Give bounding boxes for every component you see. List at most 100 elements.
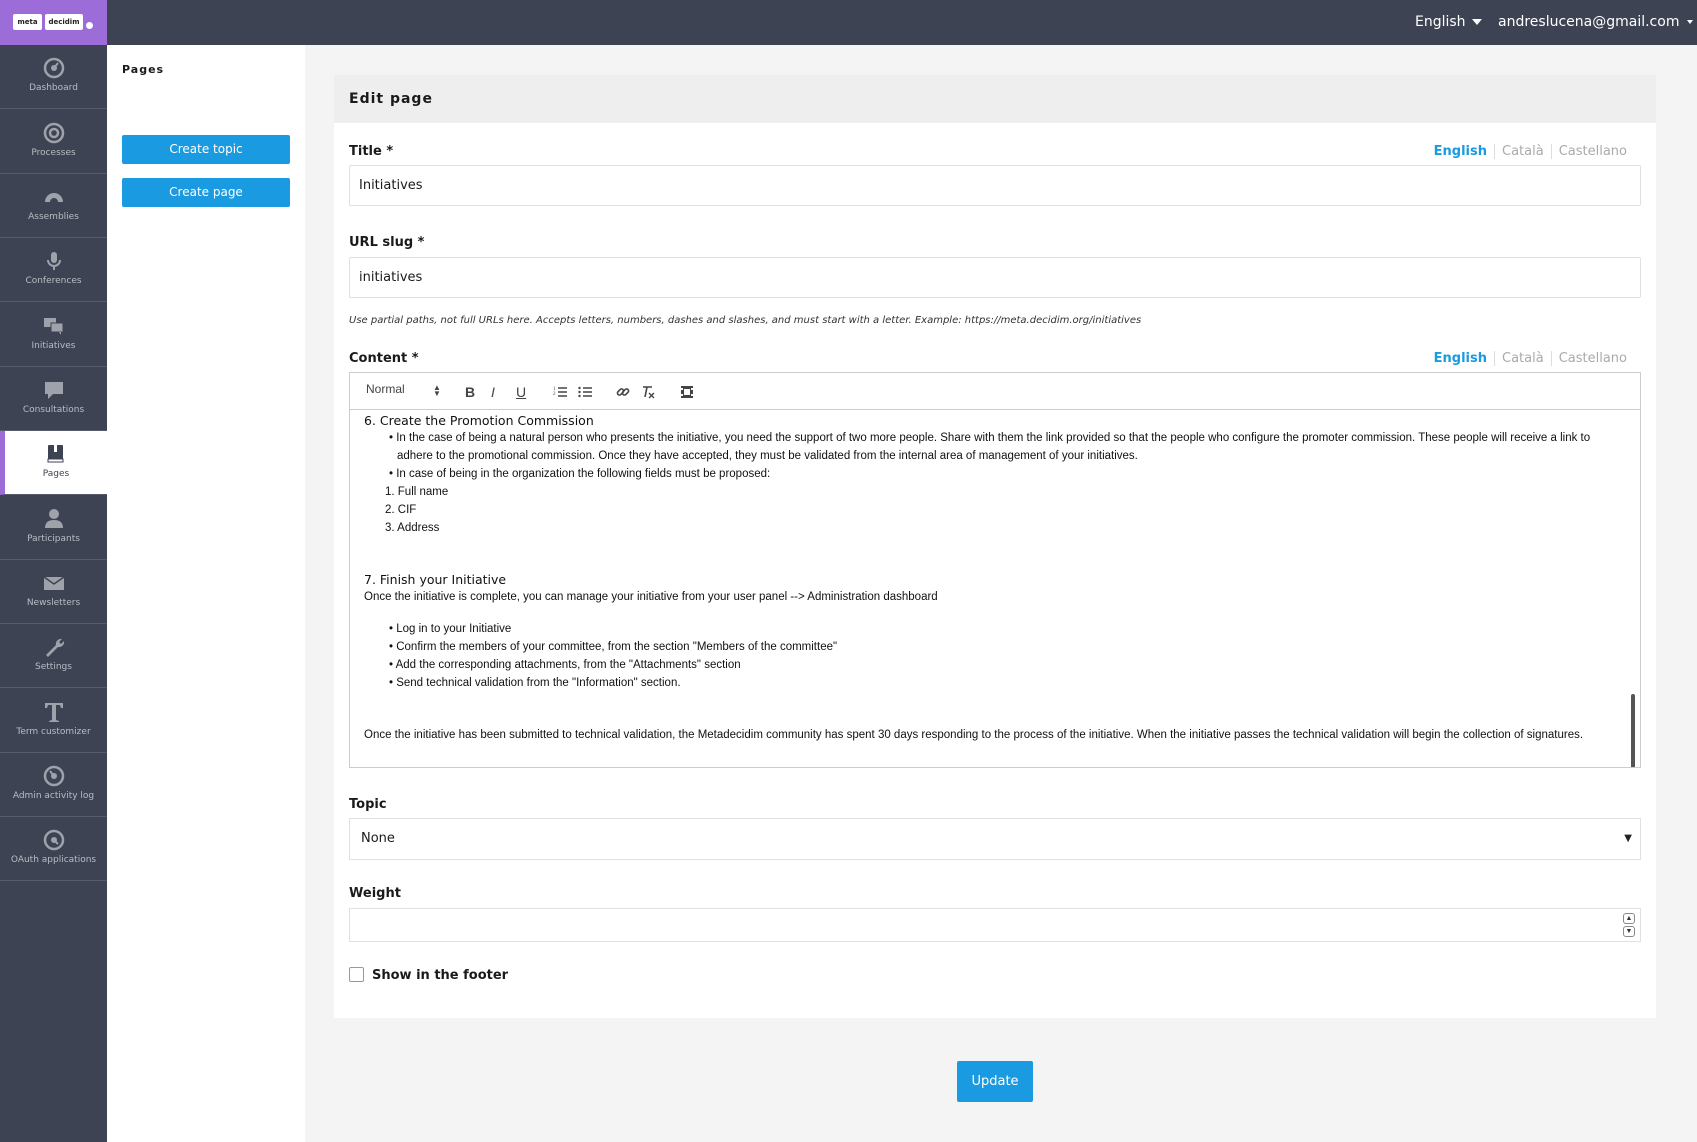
sidebar-item-participants[interactable]: Participants	[0, 496, 107, 560]
show-in-footer-checkbox[interactable]	[349, 967, 364, 982]
clear-format-icon[interactable]	[641, 385, 655, 399]
book-icon	[47, 445, 64, 463]
admin-sidebar: Dashboard Processes Assemblies Conferenc…	[0, 45, 107, 1142]
sidebar-item-settings[interactable]: Settings	[0, 624, 107, 688]
page-title: Edit page	[349, 91, 433, 107]
chevron-down-icon: ▼	[1624, 833, 1632, 844]
list-item: • In case of being in the organization t…	[389, 468, 771, 480]
tab-catala[interactable]: Català	[1494, 351, 1551, 366]
editor-toolbar: Normal ▲ ▼ B I U 12	[350, 373, 1640, 410]
sidebar-item-admin-activity-log[interactable]: Admin activity log	[0, 753, 107, 817]
logo-dot-icon	[86, 22, 93, 29]
microphone-icon	[46, 252, 61, 270]
content-heading: 7. Finish your Initiative	[364, 572, 507, 587]
content-paragraph: Once the initiative has been submitted t…	[364, 729, 1584, 741]
sidebar-item-label: Processes	[31, 148, 76, 158]
tab-catala[interactable]: Català	[1494, 144, 1551, 159]
sidebar-item-conferences[interactable]: Conferences	[0, 238, 107, 302]
ordered-list-item: 2. CIF	[385, 504, 417, 516]
sidebar-item-processes[interactable]: Processes	[0, 110, 107, 174]
create-page-button[interactable]: Create page	[122, 178, 290, 207]
sidebar-item-label: Dashboard	[29, 83, 78, 93]
sidebar-item-oauth-applications[interactable]: OAuth applications	[0, 817, 107, 881]
text-t-icon	[44, 703, 63, 722]
url-slug-help-text: Use partial paths, not full URLs here. A…	[349, 315, 1142, 326]
speech-bubble-icon	[44, 382, 63, 399]
topic-label: Topic	[349, 797, 387, 812]
content-paragraph: Once the initiative is complete, you can…	[364, 591, 938, 603]
list-item: • Confirm the members of your committee,…	[389, 641, 838, 653]
user-menu[interactable]: andreslucena@gmail.com	[1498, 14, 1694, 30]
sidebar-item-newsletters[interactable]: Newsletters	[0, 560, 107, 624]
ordered-list-item: 3. Address	[385, 522, 440, 534]
top-bar: meta decidim English andreslucena@gmail.…	[0, 0, 1697, 45]
spinner-up-icon[interactable]: ▲	[1623, 913, 1635, 924]
list-item: • Add the corresponding attachments, fro…	[389, 659, 741, 671]
sidebar-item-label: Admin activity log	[12, 791, 95, 801]
assemblies-icon	[44, 193, 63, 202]
tab-castellano[interactable]: Castellano	[1550, 144, 1634, 159]
sidebar-item-label: Pages	[42, 469, 70, 479]
weight-label: Weight	[349, 886, 401, 901]
bold-icon[interactable]: B	[465, 384, 475, 400]
link-icon[interactable]	[616, 385, 630, 399]
sidebar-item-label: Consultations	[22, 405, 85, 415]
sidebar-item-consultations[interactable]: Consultations	[0, 367, 107, 431]
sidebar-item-label: Newsletters	[26, 598, 81, 608]
video-icon[interactable]	[680, 385, 694, 399]
sidebar-item-term-customizer[interactable]: Term customizer	[0, 689, 107, 753]
logo-decidim-text: decidim	[45, 14, 83, 30]
tab-castellano[interactable]: Castellano	[1550, 351, 1634, 366]
sidebar-item-label: OAuth applications	[10, 855, 97, 865]
sidebar-item-label: Assemblies	[28, 212, 79, 222]
logo[interactable]: meta decidim	[0, 0, 107, 45]
sidebar-item-dashboard[interactable]: Dashboard	[0, 45, 107, 109]
title-field[interactable]: Initiatives	[349, 165, 1641, 206]
ordered-list-icon[interactable]: 12	[553, 385, 567, 399]
sidebar-item-label: Settings	[35, 662, 72, 672]
topic-selected-value: None	[361, 831, 395, 846]
sidebar-item-label: Conferences	[25, 276, 82, 286]
list-item-continuation: adhere to the promotional commission. On…	[397, 450, 1138, 462]
processes-icon	[43, 122, 64, 144]
list-item: • Send technical validation from the "In…	[389, 677, 681, 689]
tab-english[interactable]: English	[1427, 144, 1494, 159]
url-slug-field[interactable]: initiatives	[349, 257, 1641, 298]
activity-log-icon	[43, 765, 64, 787]
tab-english[interactable]: English	[1427, 351, 1494, 366]
sidebar-item-label: Initiatives	[31, 341, 76, 351]
language-selector[interactable]: English	[1415, 14, 1482, 30]
sidebar-item-assemblies[interactable]: Assemblies	[0, 174, 107, 238]
update-button[interactable]: Update	[957, 1061, 1033, 1102]
editor-scrollbar[interactable]	[1631, 694, 1635, 767]
oauth-icon	[43, 829, 64, 851]
editor-content[interactable]: 6. Create the Promotion Commission • In …	[350, 410, 1640, 767]
show-in-footer-label: Show in the footer	[372, 968, 509, 983]
language-label: English	[1415, 14, 1466, 30]
card-header: Edit page	[334, 75, 1656, 123]
sidebar-item-pages[interactable]: Pages	[0, 431, 107, 495]
number-spinner[interactable]: ▲ ▼	[1623, 913, 1635, 937]
weight-field[interactable]: ▲ ▼	[349, 908, 1641, 942]
format-select[interactable]: Normal	[366, 382, 405, 396]
rich-text-editor: Normal ▲ ▼ B I U 12 6. Create the Promoti…	[349, 372, 1641, 768]
sidebar-item-initiatives[interactable]: Initiatives	[0, 303, 107, 367]
create-topic-button[interactable]: Create topic	[122, 135, 290, 164]
user-email: andreslucena@gmail.com	[1498, 14, 1680, 30]
italic-icon[interactable]: I	[491, 384, 495, 400]
topic-select[interactable]: None ▼	[349, 818, 1641, 860]
ordered-list-item: 1. Full name	[385, 486, 449, 498]
envelope-icon	[43, 576, 64, 590]
logo-meta-text: meta	[13, 14, 42, 30]
svg-text:2: 2	[553, 392, 556, 397]
person-icon	[44, 509, 63, 528]
content-language-tabs: English Català Castellano	[1427, 351, 1634, 366]
spinner-down-icon[interactable]: ▼	[1623, 926, 1635, 937]
content-heading: 6. Create the Promotion Commission	[364, 413, 594, 428]
chat-bubbles-icon	[43, 318, 63, 335]
underline-icon[interactable]: U	[516, 384, 526, 400]
title-label: Title *	[349, 144, 394, 159]
bullet-list-icon[interactable]	[578, 385, 592, 399]
pages-subpanel: Pages Create topic Create page	[107, 45, 305, 1142]
format-select-arrows-icon: ▲ ▼	[433, 383, 441, 398]
